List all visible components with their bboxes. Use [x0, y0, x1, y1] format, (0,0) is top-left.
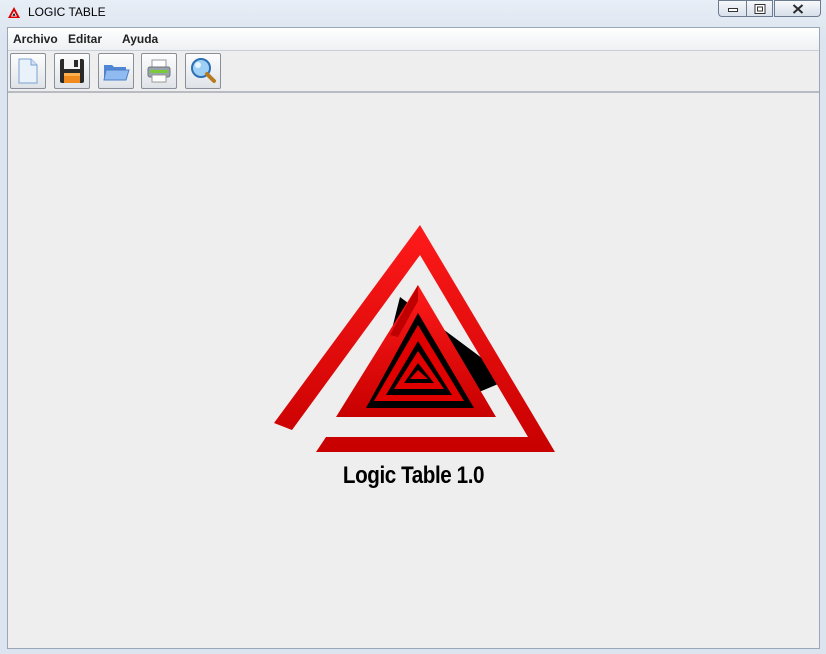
close-icon — [792, 3, 803, 14]
title-bar[interactable]: LOGIC TABLE — [0, 0, 826, 26]
logic-table-logo — [274, 225, 555, 452]
app-logo-icon — [8, 7, 20, 18]
window-title: LOGIC TABLE — [28, 5, 106, 19]
splash-caption: Logic Table 1.0 — [342, 462, 485, 489]
restore-button[interactable] — [746, 0, 773, 17]
menu-archivo[interactable]: Archivo — [13, 32, 58, 46]
save-button[interactable] — [54, 53, 90, 89]
menu-ayuda[interactable]: Ayuda — [122, 32, 158, 46]
restore-icon — [754, 3, 765, 14]
new-button[interactable] — [10, 53, 46, 89]
printer-icon — [147, 59, 171, 83]
search-button[interactable] — [185, 53, 221, 89]
open-folder-icon — [103, 65, 130, 81]
menu-editar[interactable]: Editar — [68, 32, 102, 46]
client-area: Archivo Editar Ayuda Logic Table 1.0 — [7, 27, 820, 649]
new-document-icon — [18, 58, 38, 84]
menu-bar: Archivo Editar Ayuda — [8, 28, 819, 51]
main-canvas: Logic Table 1.0 — [8, 93, 819, 648]
open-button[interactable] — [98, 53, 134, 89]
minimize-button[interactable] — [718, 0, 747, 17]
minimize-icon — [727, 7, 738, 12]
floppy-disk-save-icon — [60, 59, 84, 83]
application-window: LOGIC TABLE Archivo Editar Ayuda Logic T… — [0, 0, 826, 654]
print-button[interactable] — [141, 53, 177, 89]
toolbar — [8, 51, 819, 93]
close-button[interactable] — [774, 0, 821, 17]
magnifier-search-icon — [191, 58, 216, 83]
